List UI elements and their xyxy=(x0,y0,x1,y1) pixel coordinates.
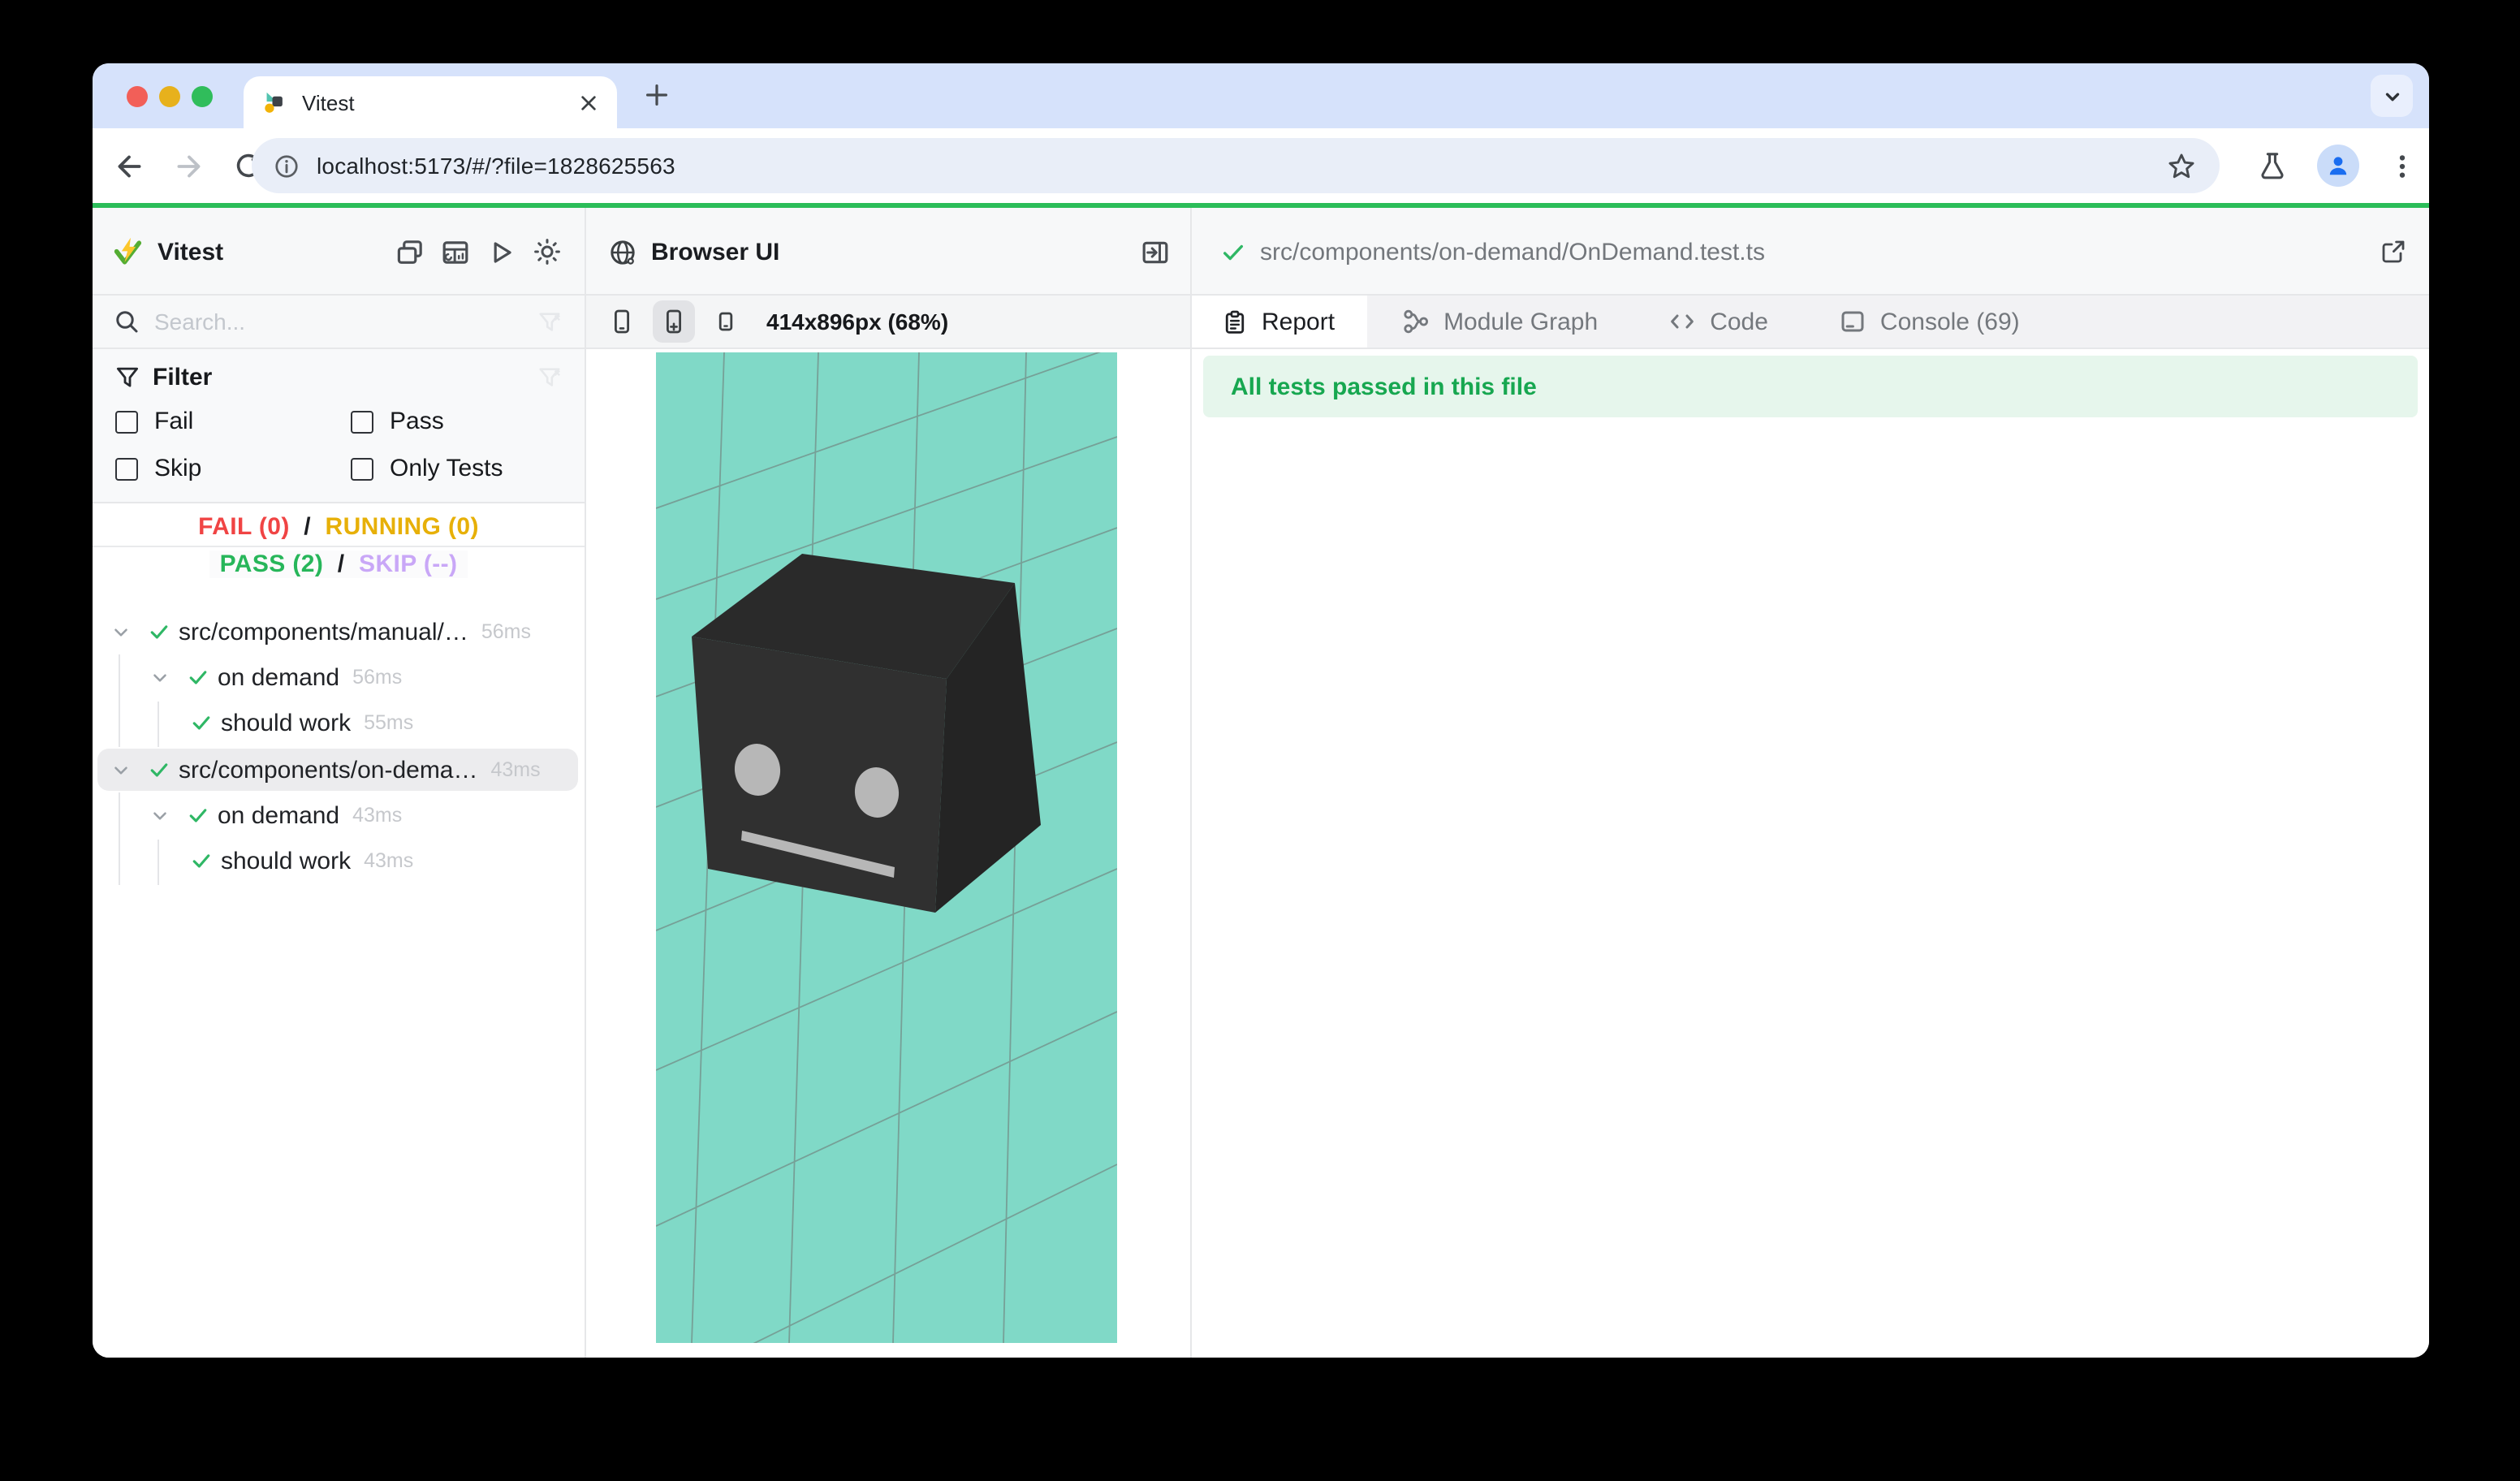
run-all-play-icon[interactable] xyxy=(487,238,515,266)
dashboard-windows-icon[interactable] xyxy=(396,238,424,266)
chevron-down-icon[interactable] xyxy=(146,667,172,688)
checkbox-skip[interactable]: Skip xyxy=(115,455,351,482)
clear-search-filter-icon[interactable] xyxy=(537,309,562,334)
url-text: localhost:5173/#/?file=1828625563 xyxy=(317,153,675,179)
browser-ui-title: Browser UI xyxy=(651,238,779,266)
tab-module-graph[interactable]: Module Graph xyxy=(1367,296,1633,348)
browser-toolbar: localhost:5173/#/?file=1828625563 xyxy=(93,128,2429,203)
tab-code[interactable]: Code xyxy=(1633,296,1804,348)
checkbox-only-tests-box[interactable] xyxy=(351,457,373,480)
chevron-down-icon[interactable] xyxy=(146,805,172,826)
file-pass-check-icon xyxy=(1221,240,1245,264)
device-tablet-icon[interactable] xyxy=(705,300,747,343)
browser-tester-iframe[interactable] xyxy=(656,352,1117,1343)
tab-close-icon[interactable] xyxy=(580,93,598,111)
back-icon[interactable] xyxy=(112,149,146,183)
report-header: src/components/on-demand/OnDemand.test.t… xyxy=(1190,208,2429,296)
chevron-down-icon[interactable] xyxy=(107,759,133,780)
pass-check-icon xyxy=(146,758,172,781)
pass-check-icon xyxy=(188,711,214,734)
browser-window: Vitest xyxy=(93,63,2429,1358)
checkbox-pass[interactable]: Pass xyxy=(351,408,586,435)
tree-row-test[interactable]: should work 55ms xyxy=(93,700,585,745)
chrome-labs-flask-icon[interactable] xyxy=(2257,150,2288,181)
globe-icon xyxy=(609,238,636,266)
tree-row-file-on-demand-selected[interactable]: src/components/on-dema… 43ms xyxy=(93,747,585,792)
search-input[interactable] xyxy=(154,309,479,335)
clipboard-icon xyxy=(1223,309,1247,334)
browser-ui-header: Browser UI xyxy=(585,208,1190,296)
checkbox-skip-box[interactable] xyxy=(115,457,138,480)
filter-panel: Filter Fail Pass xyxy=(93,349,585,503)
tab-console[interactable]: Console (69) xyxy=(1804,296,2056,348)
checkbox-only-tests[interactable]: Only Tests xyxy=(351,455,586,482)
checkbox-fail-box[interactable] xyxy=(115,410,138,433)
sidebar-title: Vitest xyxy=(158,238,223,266)
stats-divider xyxy=(93,546,585,547)
console-icon xyxy=(1840,309,1866,335)
site-info-icon[interactable] xyxy=(273,152,300,179)
tab-report[interactable]: Report xyxy=(1190,296,1367,348)
maximize-window-button[interactable] xyxy=(192,86,213,107)
tab-search-chevron-button[interactable] xyxy=(2371,75,2413,117)
screen: Vitest xyxy=(0,0,2520,1481)
filter-funnel-icon xyxy=(115,365,140,390)
minimize-window-button[interactable] xyxy=(159,86,180,107)
device-phone-icon[interactable] xyxy=(601,300,643,343)
viewport-size-label: 414x896px (68%) xyxy=(766,309,948,335)
chevron-down-icon[interactable] xyxy=(107,621,133,642)
filter-title: Filter xyxy=(153,364,212,391)
pass-check-icon xyxy=(185,804,211,827)
pass-check-icon xyxy=(146,620,172,643)
tree-row-test[interactable]: should work 43ms xyxy=(93,838,585,883)
code-icon xyxy=(1669,309,1695,335)
vitest-logo-icon xyxy=(112,236,143,267)
stats-line-2: PASS (2) / SKIP (--) xyxy=(93,551,585,578)
close-window-button[interactable] xyxy=(127,86,148,107)
checkbox-fail[interactable]: Fail xyxy=(115,408,351,435)
cube-front-face xyxy=(692,637,947,913)
browser-tab-strip: Vitest xyxy=(93,63,2429,128)
test-file-path: src/components/on-demand/OnDemand.test.t… xyxy=(1260,238,1765,266)
all-tests-passed-banner: All tests passed in this file xyxy=(1203,356,2418,417)
panel-right-dock-icon[interactable] xyxy=(1141,238,1169,266)
checkbox-pass-box[interactable] xyxy=(351,410,373,433)
report-layout-icon[interactable] xyxy=(442,238,469,266)
module-graph-icon xyxy=(1403,309,1429,335)
address-bar[interactable]: localhost:5173/#/?file=1828625563 xyxy=(252,138,2220,193)
pass-check-icon xyxy=(188,849,214,872)
tree-row-suite[interactable]: on demand 56ms xyxy=(93,654,585,700)
sidebar-header: Vitest xyxy=(93,208,585,296)
browser-tab[interactable]: Vitest xyxy=(244,76,617,128)
sidebar-search-row xyxy=(93,296,585,349)
clear-filter-icon[interactable] xyxy=(537,365,562,390)
report-tabs: Report Module Graph Code xyxy=(1190,296,2429,349)
theme-sun-icon[interactable] xyxy=(533,237,562,266)
vitest-ui-app: Vitest xyxy=(93,208,2429,1358)
panel-divider[interactable] xyxy=(1190,208,1192,1358)
tree-row-suite[interactable]: on demand 43ms xyxy=(93,792,585,838)
pass-check-icon xyxy=(185,666,211,689)
sidebar-divider[interactable] xyxy=(585,208,586,1358)
bookmark-star-icon[interactable] xyxy=(2166,150,2197,181)
new-tab-button[interactable] xyxy=(641,80,672,110)
profile-avatar[interactable] xyxy=(2317,145,2359,187)
tree-row-file-manual[interactable]: src/components/manual/… 56ms xyxy=(93,609,585,654)
search-icon xyxy=(114,309,140,335)
vitest-favicon xyxy=(261,90,286,114)
device-phone-plus-icon[interactable] xyxy=(653,300,695,343)
tab-title: Vitest xyxy=(302,90,355,114)
stats-line-1: FAIL (0) / RUNNING (0) xyxy=(93,513,585,541)
forward-icon[interactable] xyxy=(172,149,206,183)
device-toolbar: 414x896px (68%) xyxy=(585,296,1190,349)
open-external-icon[interactable] xyxy=(2380,239,2406,265)
menu-kebab-icon[interactable] xyxy=(2388,152,2416,179)
